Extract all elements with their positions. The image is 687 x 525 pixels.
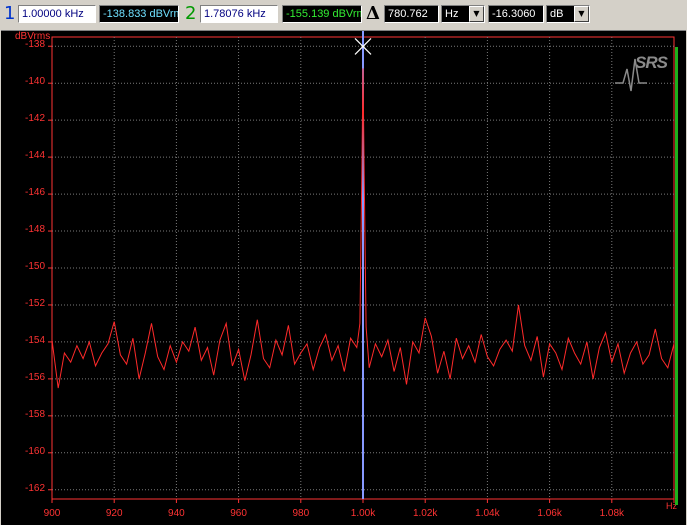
chevron-down-icon[interactable]: ▼ <box>574 6 589 22</box>
x-tick-label: 920 <box>105 508 123 519</box>
y-tick-label: -160 <box>24 445 45 457</box>
y-tick-label: -138 <box>24 39 45 51</box>
y-tick-label: -140 <box>24 76 45 88</box>
delta-icon: Δ <box>366 3 380 24</box>
chevron-down-icon[interactable]: ▼ <box>469 6 484 22</box>
y-tick-label: -158 <box>24 408 45 420</box>
marker2-frequency-field[interactable]: 1.78076 kHz <box>200 5 278 23</box>
x-tick-label: 960 <box>230 508 247 519</box>
y-tick-label: -146 <box>24 187 45 199</box>
marker2-number: 2 <box>185 3 197 24</box>
marker1-level-field: -138.833 dBVrms <box>99 5 179 23</box>
y-tick-label: -148 <box>24 224 45 236</box>
y-tick-label: -142 <box>24 113 45 125</box>
y-tick-label: -162 <box>24 482 45 494</box>
delta-frequency-field: 780.762 <box>384 5 439 23</box>
spectrum-chart[interactable] <box>1 31 686 525</box>
spectrum-plot[interactable]: dBVrms -138 -140 -142 -144 -146 -148 -150 -152-… <box>1 30 686 525</box>
x-tick-label: 1.02k <box>412 508 438 519</box>
marker1-number: 1 <box>4 3 16 24</box>
marker-toolbar: 1 1.00000 kHz -138.833 dBVrms 2 1.78076 … <box>0 0 687 30</box>
y-tick-label: -152 <box>24 297 45 309</box>
delta-level-field: -16.3060 <box>488 5 544 23</box>
y-tick-label: -156 <box>24 371 45 383</box>
x-tick-label: 1.08k <box>599 508 625 519</box>
marker2-level-field: -155.139 dBVrms <box>282 5 362 23</box>
marker2-line[interactable] <box>675 47 678 505</box>
y-tick-label: -144 <box>24 150 45 162</box>
x-tick-label: 1.06k <box>537 508 562 519</box>
x-tick-label: 1.00k <box>350 508 376 519</box>
logo-text: SRS <box>635 53 668 72</box>
srs-logo: SRS <box>613 51 675 95</box>
y-tick-label: -154 <box>24 334 45 346</box>
marker1-frequency-field[interactable]: 1.00000 kHz <box>18 5 96 23</box>
x-tick-label: 940 <box>168 508 185 519</box>
x-tick-label: 980 <box>292 508 310 519</box>
x-tick-label: 900 <box>43 508 61 519</box>
x-tick-label: 1.04k <box>475 508 500 519</box>
y-tick-label: -150 <box>24 261 45 272</box>
